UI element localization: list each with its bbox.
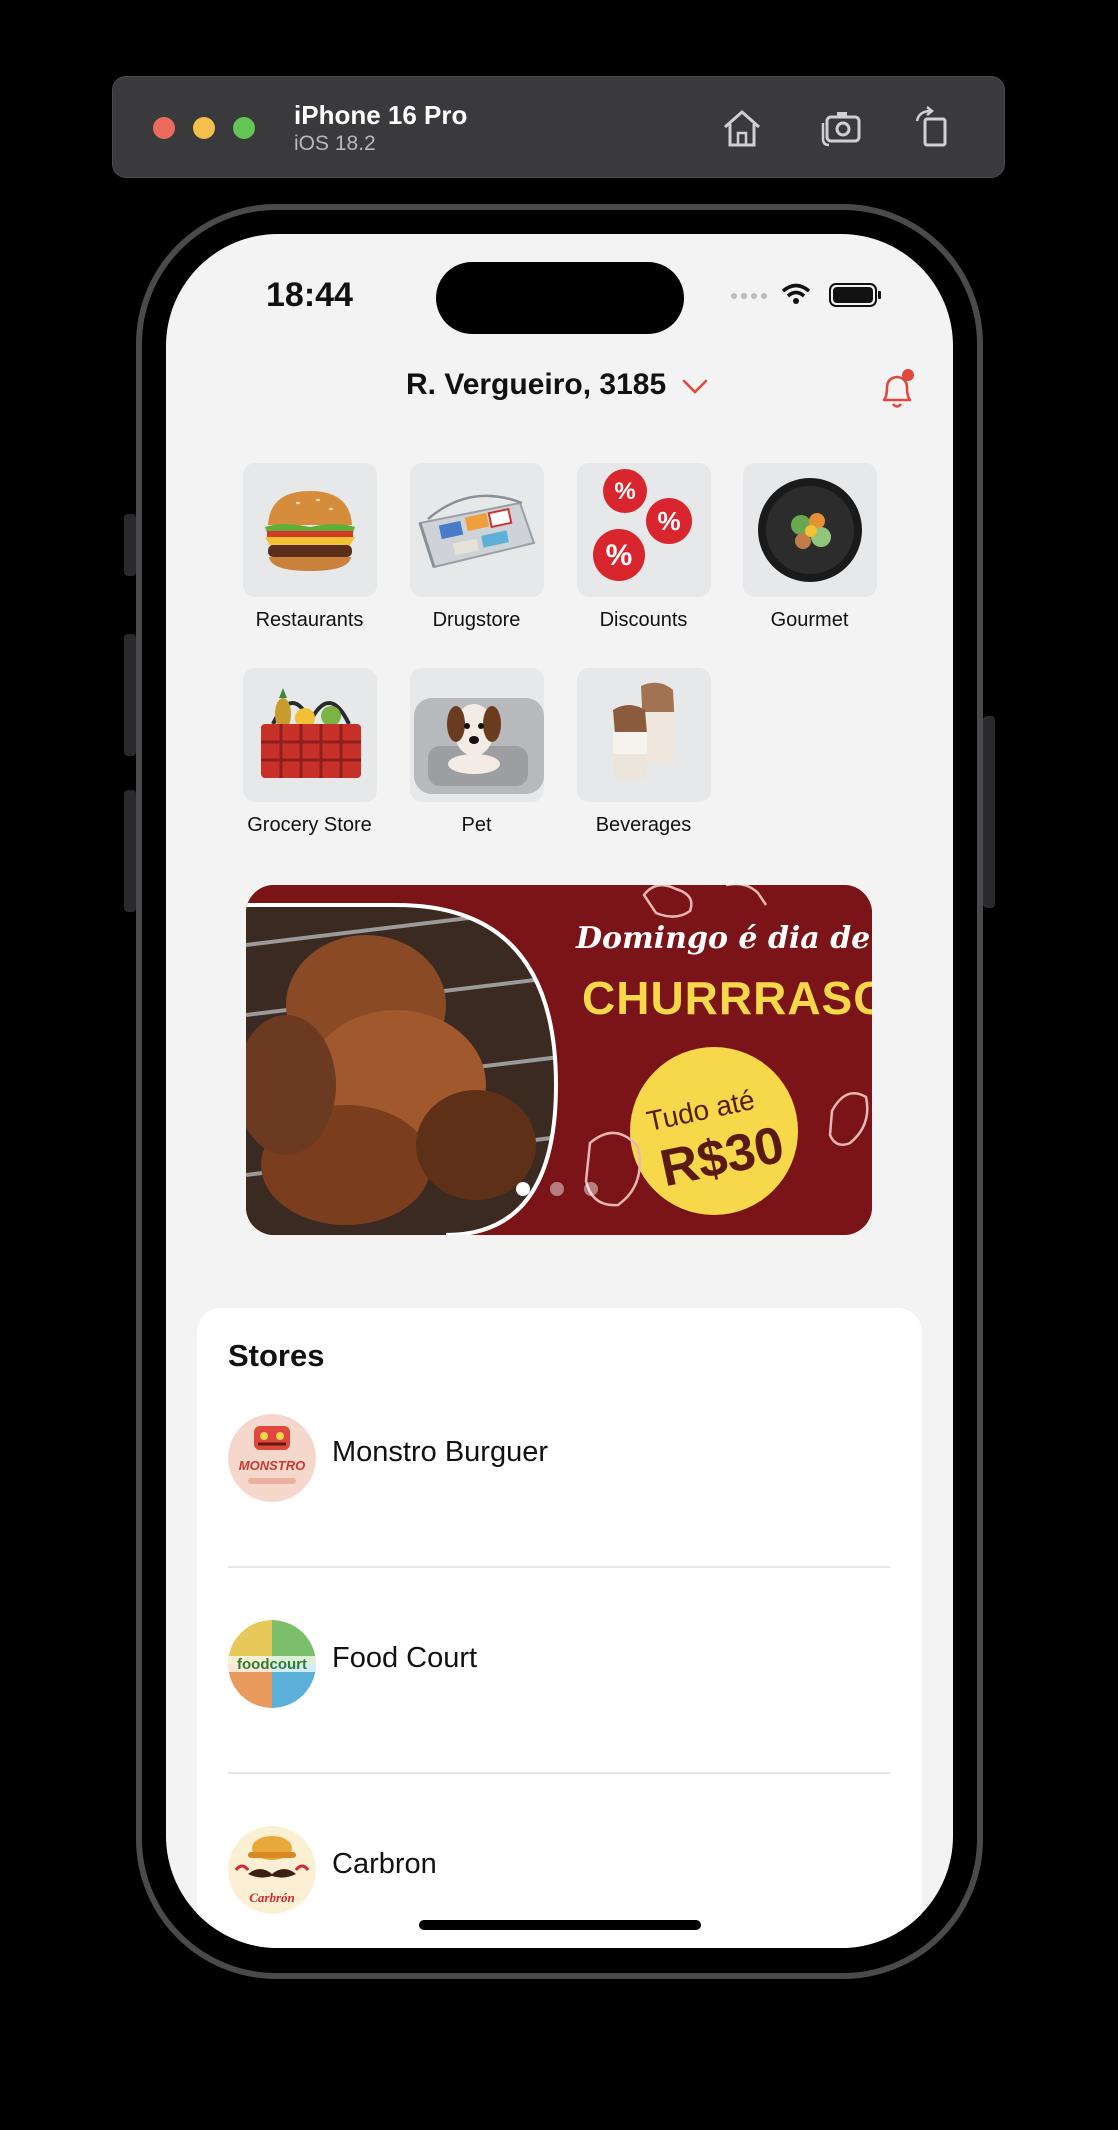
stores-section: Stores MONSTRO Monstro Burguer foodcourt…	[197, 1308, 922, 1948]
category-restaurants[interactable]: Restaurants	[242, 463, 377, 632]
dynamic-island	[436, 262, 684, 334]
carbron-logo-icon: Carbrón	[228, 1826, 316, 1914]
category-label: Drugstore	[432, 609, 521, 631]
category-label: Beverages	[595, 814, 692, 836]
volume-down-button	[124, 790, 136, 912]
minimize-window-button[interactable]	[193, 117, 215, 139]
svg-text:%: %	[657, 506, 680, 536]
category-grocery-store[interactable]: Grocery Store	[242, 668, 377, 837]
divider	[228, 1566, 890, 1568]
carousel-dot[interactable]	[516, 1182, 530, 1196]
grocery-basket-icon	[242, 668, 377, 802]
rotate-icon[interactable]	[909, 103, 959, 153]
category-label: Gourmet	[770, 609, 849, 631]
notification-bell-icon[interactable]	[876, 366, 920, 414]
store-logo-text: MONSTRO	[239, 1458, 305, 1473]
category-beverages[interactable]: Beverages	[576, 668, 711, 837]
home-indicator[interactable]	[419, 1920, 701, 1930]
phone-screen: 18:44 R. Vergueiro, 3185 Restaurants Dru…	[166, 234, 953, 1948]
svg-text:%: %	[614, 478, 635, 505]
store-name: Carbron	[332, 1848, 437, 1880]
signal-icon	[731, 293, 767, 299]
os-version: iOS 18.2	[294, 132, 376, 155]
percent-balloons-icon: % % %	[576, 463, 711, 597]
close-window-button[interactable]	[153, 117, 175, 139]
carousel-page-indicator[interactable]	[516, 1182, 618, 1201]
store-name: Monstro Burguer	[332, 1436, 548, 1468]
action-button	[124, 514, 136, 576]
home-icon[interactable]	[717, 103, 767, 153]
coffee-cups-icon	[576, 668, 711, 802]
banner-title: CHURRRASCO	[582, 972, 872, 1024]
burger-icon	[242, 463, 377, 597]
store-logo-text: Carbrón	[249, 1890, 295, 1905]
category-gourmet[interactable]: Gourmet	[742, 463, 877, 632]
wifi-icon	[781, 283, 811, 304]
power-button	[983, 716, 995, 908]
volume-up-button	[124, 634, 136, 756]
dog-bed-icon	[409, 668, 544, 802]
category-label: Discounts	[599, 609, 688, 631]
category-drugstore[interactable]: Drugstore	[409, 463, 544, 632]
store-logo-text: foodcourt	[237, 1656, 307, 1673]
store-name: Food Court	[332, 1642, 478, 1674]
category-label: Pet	[461, 814, 492, 836]
address-selector[interactable]: R. Vergueiro, 3185	[406, 368, 666, 402]
svg-text:%: %	[605, 539, 632, 572]
category-pet[interactable]: Pet	[409, 668, 544, 837]
promo-banner[interactable]: Domingo é dia de CHURRRASCO Tudo até R$3…	[246, 885, 872, 1235]
category-label: Grocery Store	[247, 814, 372, 836]
chevron-down-icon[interactable]	[680, 372, 710, 402]
status-time: 18:44	[266, 276, 353, 314]
status-icons	[731, 283, 881, 307]
zoom-window-button[interactable]	[233, 117, 255, 139]
category-label: Restaurants	[255, 609, 364, 631]
section-title: Stores	[228, 1338, 325, 1373]
address-header: R. Vergueiro, 3185	[166, 358, 953, 414]
divider	[228, 1772, 890, 1774]
screenshot-icon[interactable]	[817, 103, 867, 153]
gourmet-plate-icon	[742, 463, 877, 597]
food-court-logo-icon: foodcourt	[228, 1620, 316, 1708]
battery-icon	[829, 283, 881, 307]
simulator-toolbar: iPhone 16 Pro iOS 18.2	[112, 76, 1005, 178]
medicine-basket-icon	[409, 463, 544, 597]
carousel-dot[interactable]	[550, 1182, 564, 1196]
category-discounts[interactable]: % % % Discounts	[576, 463, 711, 632]
carousel-dot[interactable]	[584, 1182, 598, 1196]
banner-headline: Domingo é dia de	[576, 921, 871, 956]
monstro-burguer-logo-icon: MONSTRO	[228, 1414, 316, 1502]
device-name: iPhone 16 Pro	[294, 100, 468, 130]
